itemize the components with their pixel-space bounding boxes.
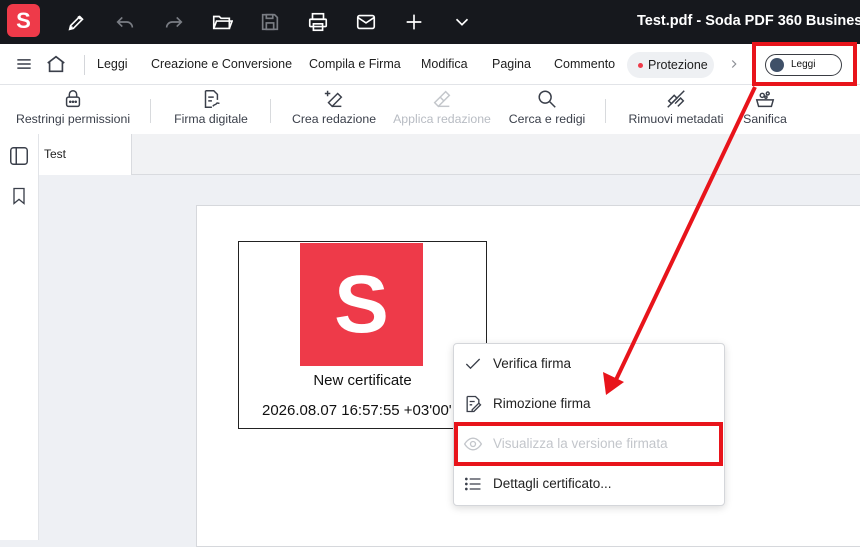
search-redact-button[interactable]: Cerca e redigi bbox=[506, 88, 588, 132]
digital-signature-label: Firma digitale bbox=[174, 112, 248, 126]
signature-field[interactable]: S New certificate 2026.08.07 16:57:55 +0… bbox=[238, 241, 487, 429]
digital-signature-icon bbox=[204, 90, 220, 108]
sanitize-icon bbox=[755, 91, 775, 108]
apply-redaction-button[interactable]: Applica redazione bbox=[390, 88, 494, 132]
hamburger-menu-icon[interactable] bbox=[12, 52, 36, 76]
menu-item-remove-signature[interactable]: Rimozione firma bbox=[454, 384, 724, 424]
remove-metadata-label: Rimuovi metadati bbox=[628, 112, 724, 126]
menu-tab-protezione-label: Protezione bbox=[648, 58, 708, 72]
plus-icon[interactable] bbox=[400, 8, 428, 36]
menu-divider bbox=[84, 55, 85, 75]
digital-signature-button[interactable]: Firma digitale bbox=[168, 88, 254, 132]
menu-item-label: Dettagli certificato... bbox=[493, 476, 612, 491]
mail-icon[interactable] bbox=[352, 8, 380, 36]
title-bar: S Test.pdf - Soda PDF 360 Business bbox=[0, 0, 860, 44]
toolbar-divider bbox=[270, 99, 271, 123]
menu-tab-commento[interactable]: Commento bbox=[554, 44, 615, 84]
search-redact-label: Cerca e redigi bbox=[508, 112, 586, 126]
signature-logo: S bbox=[300, 243, 423, 366]
chevron-down-icon[interactable] bbox=[448, 8, 476, 36]
undo-icon[interactable] bbox=[111, 8, 139, 36]
lock-icon bbox=[65, 90, 81, 108]
menu-tab-compila-firma[interactable]: Compila e Firma bbox=[309, 44, 401, 84]
create-redaction-icon bbox=[324, 90, 343, 108]
highlight-box-toggle bbox=[752, 42, 857, 86]
menu-tab-pagina[interactable]: Pagina bbox=[492, 44, 531, 84]
menu-item-certificate-details[interactable]: Dettagli certificato... bbox=[454, 464, 724, 504]
chevron-right-icon[interactable] bbox=[724, 52, 744, 76]
menu-tab-creazione-conversione[interactable]: Creazione e Conversione bbox=[151, 44, 292, 84]
redo-icon[interactable] bbox=[160, 8, 188, 36]
active-dot bbox=[638, 63, 643, 68]
create-redaction-button[interactable]: Crea redazione bbox=[288, 88, 380, 132]
save-icon[interactable] bbox=[256, 8, 284, 36]
document-tab[interactable]: Test bbox=[39, 134, 132, 175]
signature-remove-icon bbox=[466, 395, 482, 413]
document-tab-label: Test bbox=[44, 147, 67, 161]
sanitize-label: Sanifica bbox=[743, 112, 787, 126]
create-redaction-label: Crea redazione bbox=[291, 112, 377, 126]
panel-toggle-icon[interactable] bbox=[7, 144, 31, 168]
toolbar-divider bbox=[605, 99, 606, 123]
menu-tab-leggi[interactable]: Leggi bbox=[97, 44, 128, 84]
bookmark-icon[interactable] bbox=[7, 184, 31, 208]
document-tab-bar: Test bbox=[39, 134, 860, 175]
print-icon[interactable] bbox=[304, 8, 332, 36]
home-icon[interactable] bbox=[44, 52, 68, 76]
check-icon bbox=[465, 358, 481, 370]
window-title: Test.pdf - Soda PDF 360 Business bbox=[637, 13, 860, 29]
remove-metadata-button[interactable]: Rimuovi metadati bbox=[624, 88, 728, 132]
open-folder-icon[interactable] bbox=[208, 8, 236, 36]
restrict-permissions-label: Restringi permissioni bbox=[15, 112, 131, 126]
menu-item-verify-signature[interactable]: Verifica firma bbox=[454, 344, 724, 384]
highlight-box-menu-item bbox=[454, 422, 723, 466]
list-icon bbox=[465, 477, 481, 491]
app-logo[interactable]: S bbox=[7, 4, 40, 37]
restrict-permissions-button[interactable]: Restringi permissioni bbox=[13, 88, 133, 132]
protection-toolbar: Restringi permissioni Firma digitale Cre… bbox=[0, 85, 860, 135]
menu-item-label: Rimozione firma bbox=[493, 396, 591, 411]
menu-tab-modifica[interactable]: Modifica bbox=[421, 44, 468, 84]
menu-bar: Leggi Creazione e Conversione Compila e … bbox=[0, 44, 860, 85]
apply-redaction-label: Applica redazione bbox=[393, 112, 491, 126]
menu-item-label: Verifica firma bbox=[493, 356, 572, 371]
remove-metadata-icon bbox=[667, 90, 685, 108]
menu-tab-protezione[interactable]: Protezione bbox=[627, 52, 714, 78]
sanitize-button[interactable]: Sanifica bbox=[738, 88, 792, 132]
search-icon bbox=[538, 90, 556, 108]
toolbar-divider bbox=[150, 99, 151, 123]
apply-redaction-icon bbox=[433, 90, 451, 108]
left-sidebar bbox=[0, 134, 39, 540]
pen-icon[interactable] bbox=[63, 8, 91, 36]
signature-name: New certificate bbox=[313, 372, 412, 389]
